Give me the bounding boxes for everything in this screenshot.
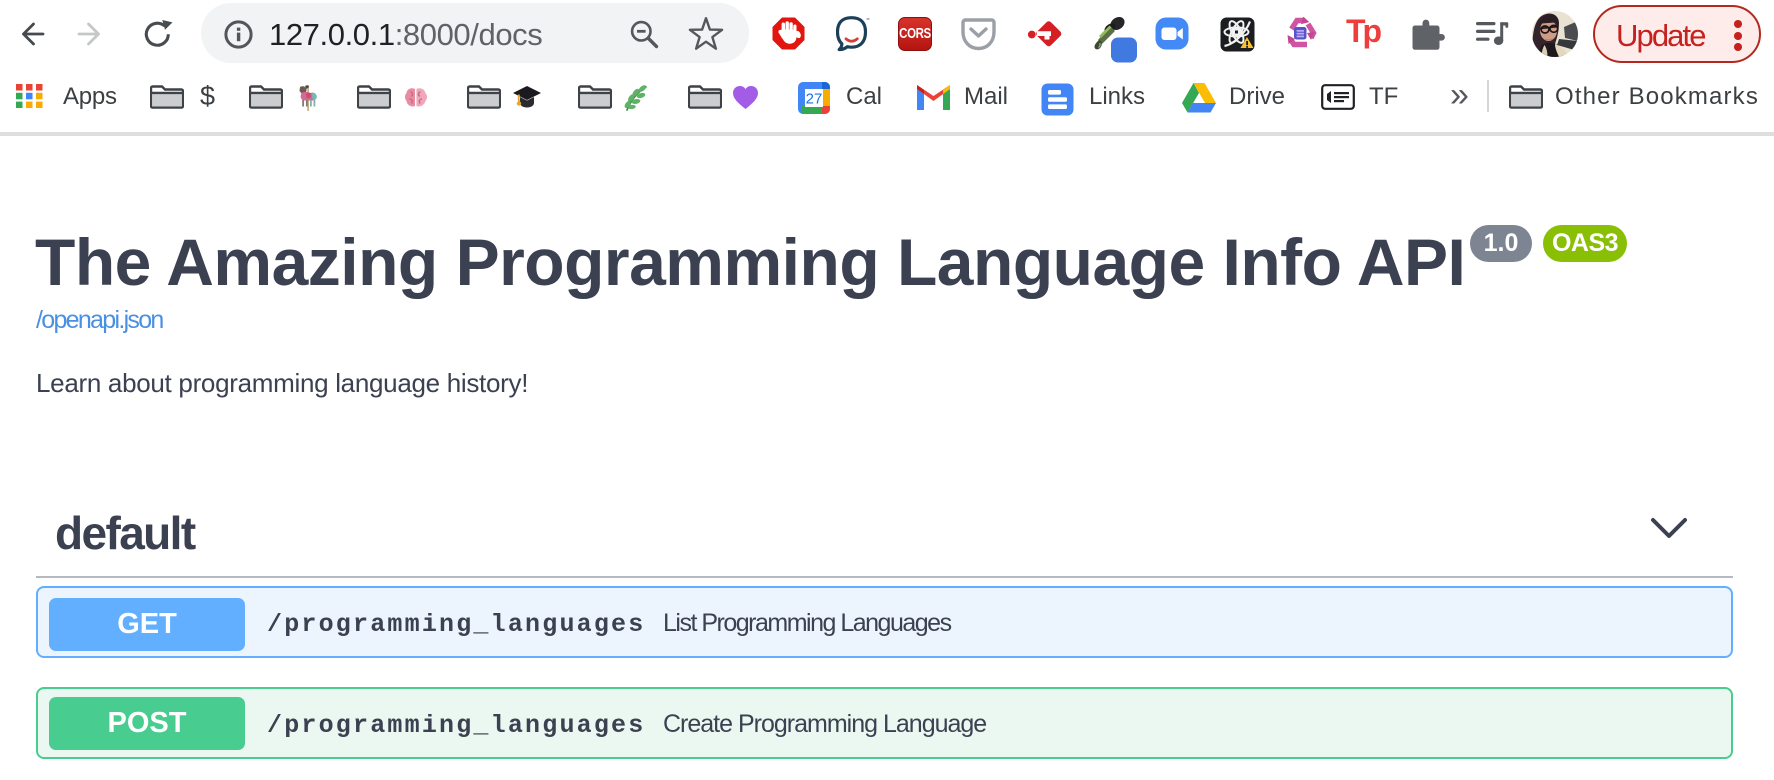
svg-text:27: 27 — [806, 91, 823, 108]
